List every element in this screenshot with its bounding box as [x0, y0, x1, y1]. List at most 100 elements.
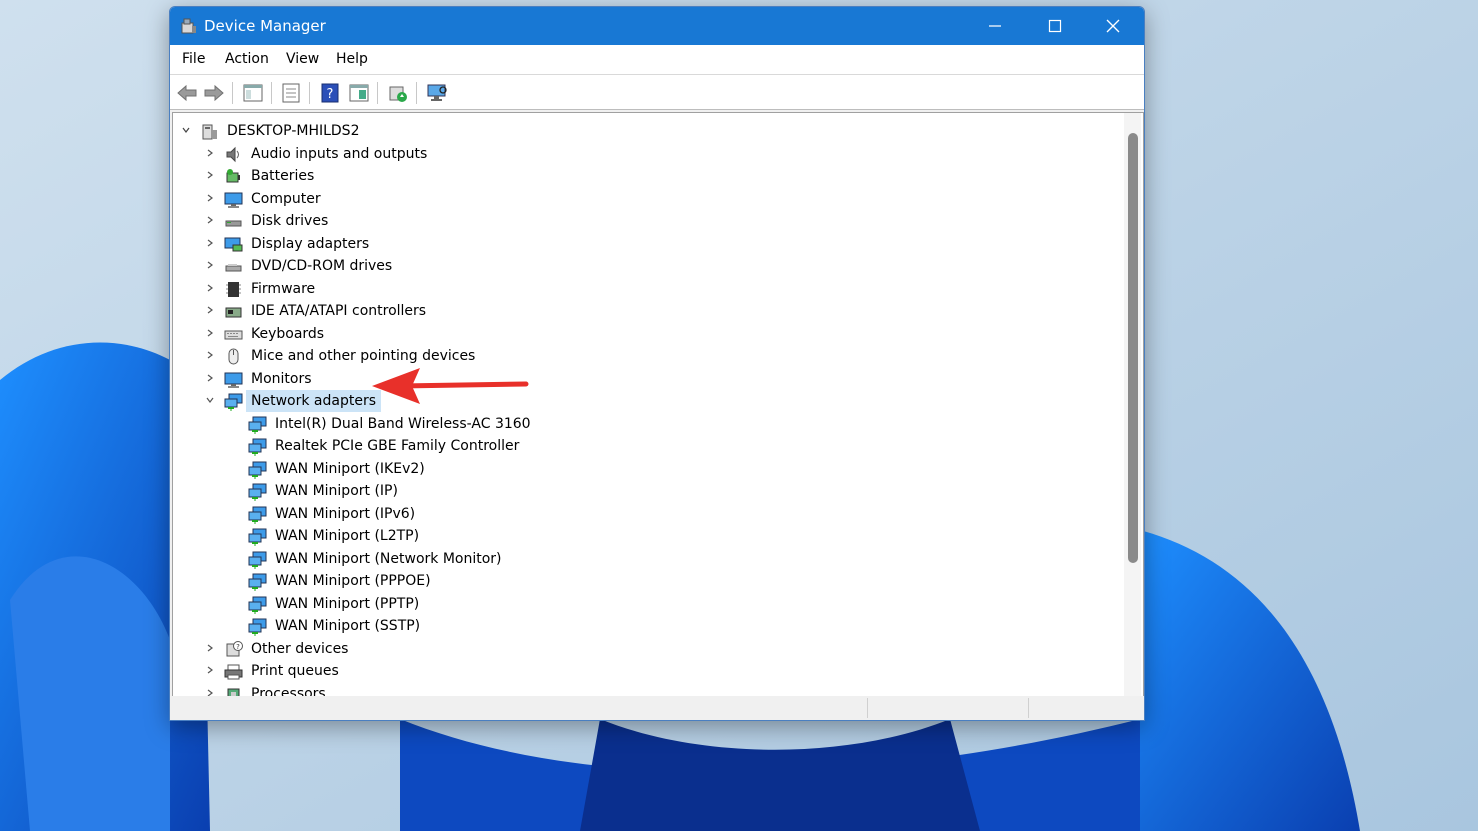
maximize-button[interactable]	[1026, 7, 1084, 45]
printer-icon	[224, 664, 243, 680]
tree-child-intel-r-dual-band-wireless-ac-3160[interactable]: Intel(R) Dual Band Wireless-AC 3160	[173, 413, 1113, 435]
chevron-right-icon[interactable]	[205, 148, 215, 158]
display-adapter-icon	[224, 237, 243, 251]
device-tree: DESKTOP-MHILDS2 Audio inputs and outputs…	[172, 112, 1144, 697]
help-icon[interactable]: ?	[319, 82, 341, 104]
desktop-computer-icon	[202, 124, 217, 140]
chevron-down-icon[interactable]	[181, 125, 191, 135]
tree-item-processors[interactable]: Processors	[173, 683, 1113, 696]
tree-item-keyboards[interactable]: Keyboards	[173, 323, 1113, 345]
menu-help[interactable]: Help	[336, 51, 368, 68]
unknown-device-icon: ?	[226, 640, 243, 656]
network-adapter-icon	[248, 618, 267, 636]
status-divider	[867, 698, 868, 718]
tree-item-disk-drives[interactable]: Disk drives	[173, 210, 1113, 232]
tree-item-mice-and-other-pointing-devices[interactable]: Mice and other pointing devices	[173, 345, 1113, 367]
tree-item-computer-label: Computer	[251, 190, 321, 207]
tree-child-wan-miniport-ip[interactable]: WAN Miniport (IP)	[173, 480, 1113, 502]
tree-child-wan-miniport-l2tp-label: WAN Miniport (L2TP)	[275, 528, 420, 544]
tree-item-disk-drives-label: Disk drives	[251, 213, 329, 229]
tree-view-icon[interactable]	[242, 82, 264, 104]
tree-root[interactable]: DESKTOP-MHILDS2	[173, 120, 1113, 142]
close-button[interactable]	[1084, 7, 1142, 45]
close-icon	[1106, 19, 1120, 33]
toolbar-separator	[309, 82, 310, 104]
battery-icon	[226, 169, 240, 183]
chevron-right-icon[interactable]	[205, 373, 215, 383]
tree-root-label: DESKTOP-MHILDS2	[227, 123, 360, 139]
ide-controller-icon	[225, 307, 242, 318]
network-adapter-icon	[248, 596, 267, 614]
chevron-right-icon[interactable]	[205, 643, 215, 653]
tree-item-monitors[interactable]: Monitors	[173, 368, 1113, 390]
chevron-right-icon[interactable]	[205, 665, 215, 675]
tree-child-wan-miniport-pptp[interactable]: WAN Miniport (PPTP)	[173, 593, 1113, 615]
tree-item-batteries-label: Batteries	[251, 168, 315, 184]
annotation-arrow-icon	[372, 368, 529, 404]
tree-item-computer[interactable]: Computer	[173, 188, 1113, 210]
status-bar	[170, 696, 1144, 720]
tree-item-other-devices[interactable]: ? Other devices	[173, 638, 1113, 660]
tree-child-wan-miniport-ikev2[interactable]: WAN Miniport (IKEv2)	[173, 458, 1113, 480]
view-pane-icon[interactable]	[348, 82, 370, 104]
chevron-right-icon[interactable]	[205, 328, 215, 338]
back-arrow-icon[interactable]	[176, 82, 198, 104]
network-adapter-icon	[248, 438, 267, 456]
svg-text:?: ?	[236, 643, 240, 651]
tree-item-display-adapters-label: Display adapters	[251, 235, 370, 252]
keyboard-icon	[224, 330, 243, 339]
title-bar[interactable]: Device Manager	[170, 7, 1144, 45]
toolbar-separator	[271, 82, 272, 104]
menu-bar: File Action View Help	[170, 45, 1144, 75]
tree-item-dvd-cd-rom-drives[interactable]: DVD/CD-ROM drives	[173, 255, 1113, 277]
dvd-drive-icon	[225, 264, 242, 272]
device-manager-window: Device Manager File Action View Help ? D…	[169, 6, 1145, 721]
scrollbar-thumb[interactable]	[1128, 133, 1138, 563]
chevron-right-icon[interactable]	[205, 215, 215, 225]
network-adapter-icon	[248, 461, 267, 479]
tree-child-wan-miniport-network-monitor[interactable]: WAN Miniport (Network Monitor)	[173, 548, 1113, 570]
chevron-right-icon[interactable]	[205, 350, 215, 360]
menu-action[interactable]: Action	[225, 51, 269, 68]
update-driver-icon[interactable]	[387, 82, 409, 104]
tree-child-wan-miniport-pptp-label: WAN Miniport (PPTP)	[275, 595, 420, 612]
window-title: Device Manager	[204, 17, 326, 35]
chevron-right-icon[interactable]	[205, 283, 215, 293]
chevron-down-icon[interactable]	[205, 395, 215, 405]
network-adapter-icon	[248, 483, 267, 501]
toolbar: ?	[170, 75, 1144, 110]
vertical-scrollbar[interactable]	[1124, 113, 1141, 696]
tree-item-network-adapters[interactable]: Network adapters	[173, 390, 1113, 412]
firmware-icon	[226, 281, 241, 297]
chevron-right-icon[interactable]	[205, 260, 215, 270]
minimize-button[interactable]	[966, 7, 1024, 45]
tree-item-print-queues[interactable]: Print queues	[173, 660, 1113, 682]
tree-item-audio-inputs-and-outputs[interactable]: Audio inputs and outputs	[173, 143, 1113, 165]
tree-item-batteries[interactable]: Batteries	[173, 165, 1113, 187]
tree-child-wan-miniport-network-monitor-label: WAN Miniport (Network Monitor)	[275, 550, 502, 567]
tree-child-realtek-pcie-gbe-family-controller-label: Realtek PCIe GBE Family Controller	[275, 438, 520, 454]
scan-hardware-icon[interactable]	[426, 82, 448, 104]
tree-item-ide-ata-atapi-controllers[interactable]: IDE ATA/ATAPI controllers	[173, 300, 1113, 322]
forward-arrow-icon[interactable]	[203, 82, 225, 104]
properties-icon[interactable]	[280, 82, 302, 104]
tree-child-wan-miniport-ipv6[interactable]: WAN Miniport (IPv6)	[173, 503, 1113, 525]
device-manager-app-icon	[181, 18, 196, 34]
menu-file[interactable]: File	[182, 51, 205, 68]
tree-child-wan-miniport-sstp-label: WAN Miniport (SSTP)	[275, 618, 421, 634]
chevron-right-icon[interactable]	[205, 238, 215, 248]
tree-child-wan-miniport-pppoe[interactable]: WAN Miniport (PPPOE)	[173, 570, 1113, 592]
chevron-right-icon[interactable]	[205, 193, 215, 203]
computer-icon	[224, 192, 243, 208]
menu-view[interactable]: View	[286, 51, 319, 68]
chevron-right-icon[interactable]	[205, 170, 215, 180]
tree-child-wan-miniport-ikev2-label: WAN Miniport (IKEv2)	[275, 460, 425, 477]
chevron-right-icon[interactable]	[205, 305, 215, 315]
tree-item-firmware[interactable]: Firmware	[173, 278, 1113, 300]
tree-item-print-queues-label: Print queues	[251, 663, 339, 679]
tree-item-display-adapters[interactable]: Display adapters	[173, 233, 1113, 255]
tree-child-wan-miniport-l2tp[interactable]: WAN Miniport (L2TP)	[173, 525, 1113, 547]
tree-child-realtek-pcie-gbe-family-controller[interactable]: Realtek PCIe GBE Family Controller	[173, 435, 1113, 457]
toolbar-separator	[232, 82, 233, 104]
tree-child-wan-miniport-sstp[interactable]: WAN Miniport (SSTP)	[173, 615, 1113, 637]
